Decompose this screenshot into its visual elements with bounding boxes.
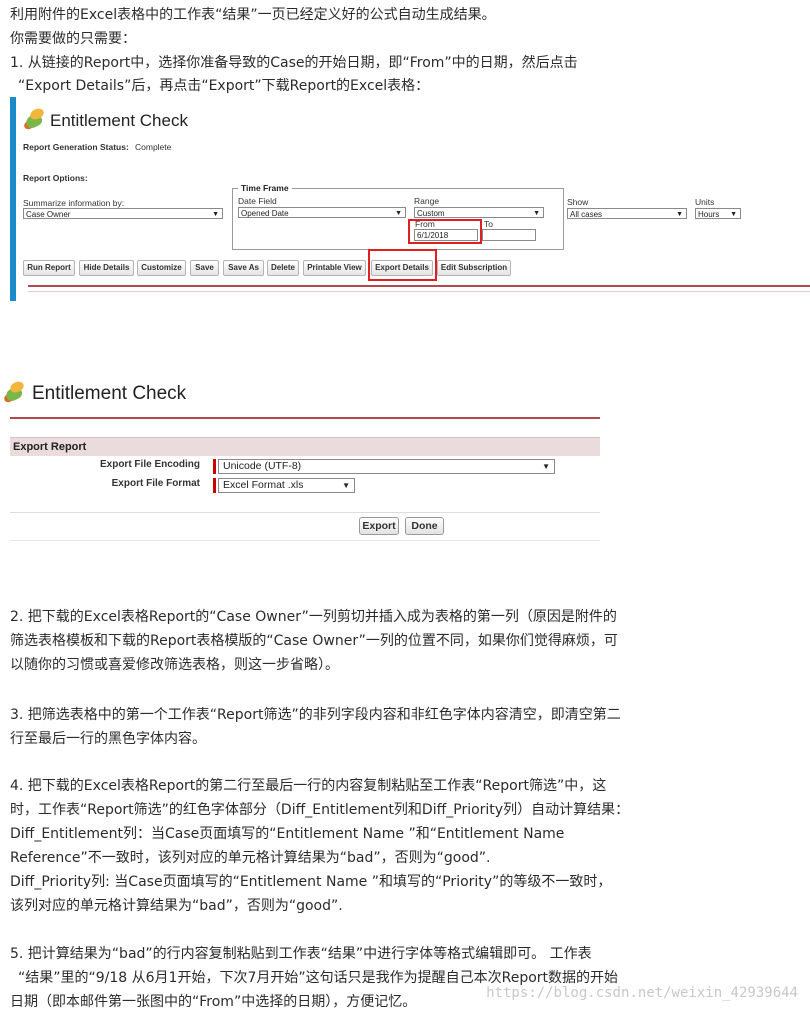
save-button[interactable]: Save	[190, 260, 219, 276]
step1-line-2: “Export Details”后，再点击“Export”下载Report的Ex…	[18, 78, 430, 94]
step3-line-1: 3. 把筛选表格中的第一个工作表“Report筛选”的非列字段内容和非红色字体内…	[10, 707, 621, 723]
range-label: Range	[414, 196, 440, 206]
units-select[interactable]: Hours ▼	[695, 208, 741, 219]
format-select[interactable]: Excel Format .xls ▼	[218, 478, 355, 493]
title-underline	[10, 417, 600, 419]
options-label: Report Options:	[23, 173, 88, 183]
summarize-select[interactable]: Case Owner ▼	[23, 208, 223, 219]
delete-button[interactable]: Delete	[267, 260, 299, 276]
from-highlight-box	[408, 219, 482, 244]
export-page-title: Entitlement Check	[32, 383, 187, 404]
entitlement-logo-icon	[2, 379, 26, 404]
step2-line-3: 以随你的习惯或喜爱修改筛选表格，则这一步省略）。	[10, 657, 339, 673]
intro-line-2: 你需要做的只需要：	[10, 31, 136, 47]
chevron-down-icon: ▼	[542, 462, 550, 471]
form-divider	[10, 512, 600, 513]
step3-line-2: 行至最后一行的黑色字体内容。	[10, 731, 206, 747]
chevron-down-icon: ▼	[395, 210, 402, 217]
export-screenshot: Entitlement Check Export Report Export F…	[2, 375, 600, 543]
required-indicator	[213, 459, 216, 474]
printable-view-button[interactable]: Printable View	[303, 260, 366, 276]
step2-line-2: 筛选表格模板和下载的Report表格模版的“Case Owner”一列的位置不同…	[10, 633, 618, 649]
show-label: Show	[567, 197, 589, 207]
section-divider-shadow	[28, 291, 810, 292]
edit-subscription-button[interactable]: Edit Subscription	[437, 260, 511, 276]
export-report-header: Export Report	[10, 437, 600, 456]
report-screenshot: Entitlement Check Report Generation Stat…	[10, 97, 810, 301]
chevron-down-icon: ▼	[730, 211, 737, 218]
units-label: Units	[695, 197, 715, 207]
export-button[interactable]: Export	[359, 517, 399, 535]
entitlement-logo-icon	[22, 106, 46, 131]
step4-line-1: 4. 把下载的Excel表格Report的第二行至最后一行的内容复制粘贴至工作表…	[10, 778, 607, 794]
section-divider	[28, 285, 810, 287]
show-select[interactable]: All cases ▼	[567, 208, 687, 219]
encoding-select[interactable]: Unicode (UTF-8) ▼	[218, 459, 555, 474]
status-value: Complete	[135, 142, 172, 152]
step4-line-5: Diff_Priority列: 当Case页面填写的“Entitlement N…	[10, 874, 612, 890]
to-date-input[interactable]	[482, 229, 536, 241]
step4-line-2: 时，工作表“Report筛选”的红色字体部分（Diff_Entitlement列…	[10, 802, 630, 818]
run-report-button[interactable]: Run Report	[23, 260, 75, 276]
status-label: Report Generation Status:	[23, 142, 129, 152]
time-frame-label: Time Frame	[238, 183, 292, 193]
accent-bar	[10, 97, 16, 301]
summarize-label: Summarize information by:	[23, 198, 125, 208]
step4-line-4: Reference”不一致时，该列对应的单元格计算结果为“bad”，否则为“go…	[10, 850, 491, 866]
date-field-select[interactable]: Opened Date ▼	[238, 207, 406, 218]
customize-button[interactable]: Customize	[137, 260, 186, 276]
encoding-label: Export File Encoding	[99, 459, 200, 470]
done-button[interactable]: Done	[405, 517, 444, 535]
hide-details-button[interactable]: Hide Details	[79, 260, 134, 276]
report-title: Entitlement Check	[50, 111, 188, 130]
format-label: Export File Format	[111, 478, 200, 489]
chevron-down-icon: ▼	[342, 481, 350, 490]
export-details-highlight-box	[368, 249, 437, 281]
step5-line-3: 日期（即本邮件第一张图中的“From”中选择的日期），方便记忆。	[10, 994, 417, 1010]
range-select[interactable]: Custom ▼	[414, 207, 544, 218]
step1-line-1: 1. 从链接的Report中，选择你准备导致的Case的开始日期，即“From”…	[10, 55, 578, 71]
save-as-button[interactable]: Save As	[223, 260, 264, 276]
watermark-url: https://blog.csdn.net/weixin_42939644	[486, 985, 798, 1001]
chevron-down-icon: ▼	[212, 211, 219, 218]
required-indicator	[213, 478, 216, 493]
chevron-down-icon: ▼	[533, 210, 540, 217]
date-field-label: Date Field	[238, 196, 277, 206]
chevron-down-icon: ▼	[676, 211, 683, 218]
step2-line-1: 2. 把下载的Excel表格Report的“Case Owner”一列剪切并插入…	[10, 609, 617, 625]
step4-line-6: 该列对应的单元格计算结果为“bad”，否则为“good”.	[10, 898, 343, 914]
to-label: To	[484, 219, 493, 229]
step4-line-3: Diff_Entitlement列：当Case页面填写的“Entitlement…	[10, 826, 565, 842]
footer-divider	[10, 540, 600, 541]
step5-line-1: 5. 把计算结果为“bad”的行内容复制粘贴到工作表“结果”中进行字体等格式编辑…	[10, 946, 592, 962]
intro-line-1: 利用附件的Excel表格中的工作表“结果”一页已经定义好的公式自动生成结果。	[10, 7, 496, 23]
